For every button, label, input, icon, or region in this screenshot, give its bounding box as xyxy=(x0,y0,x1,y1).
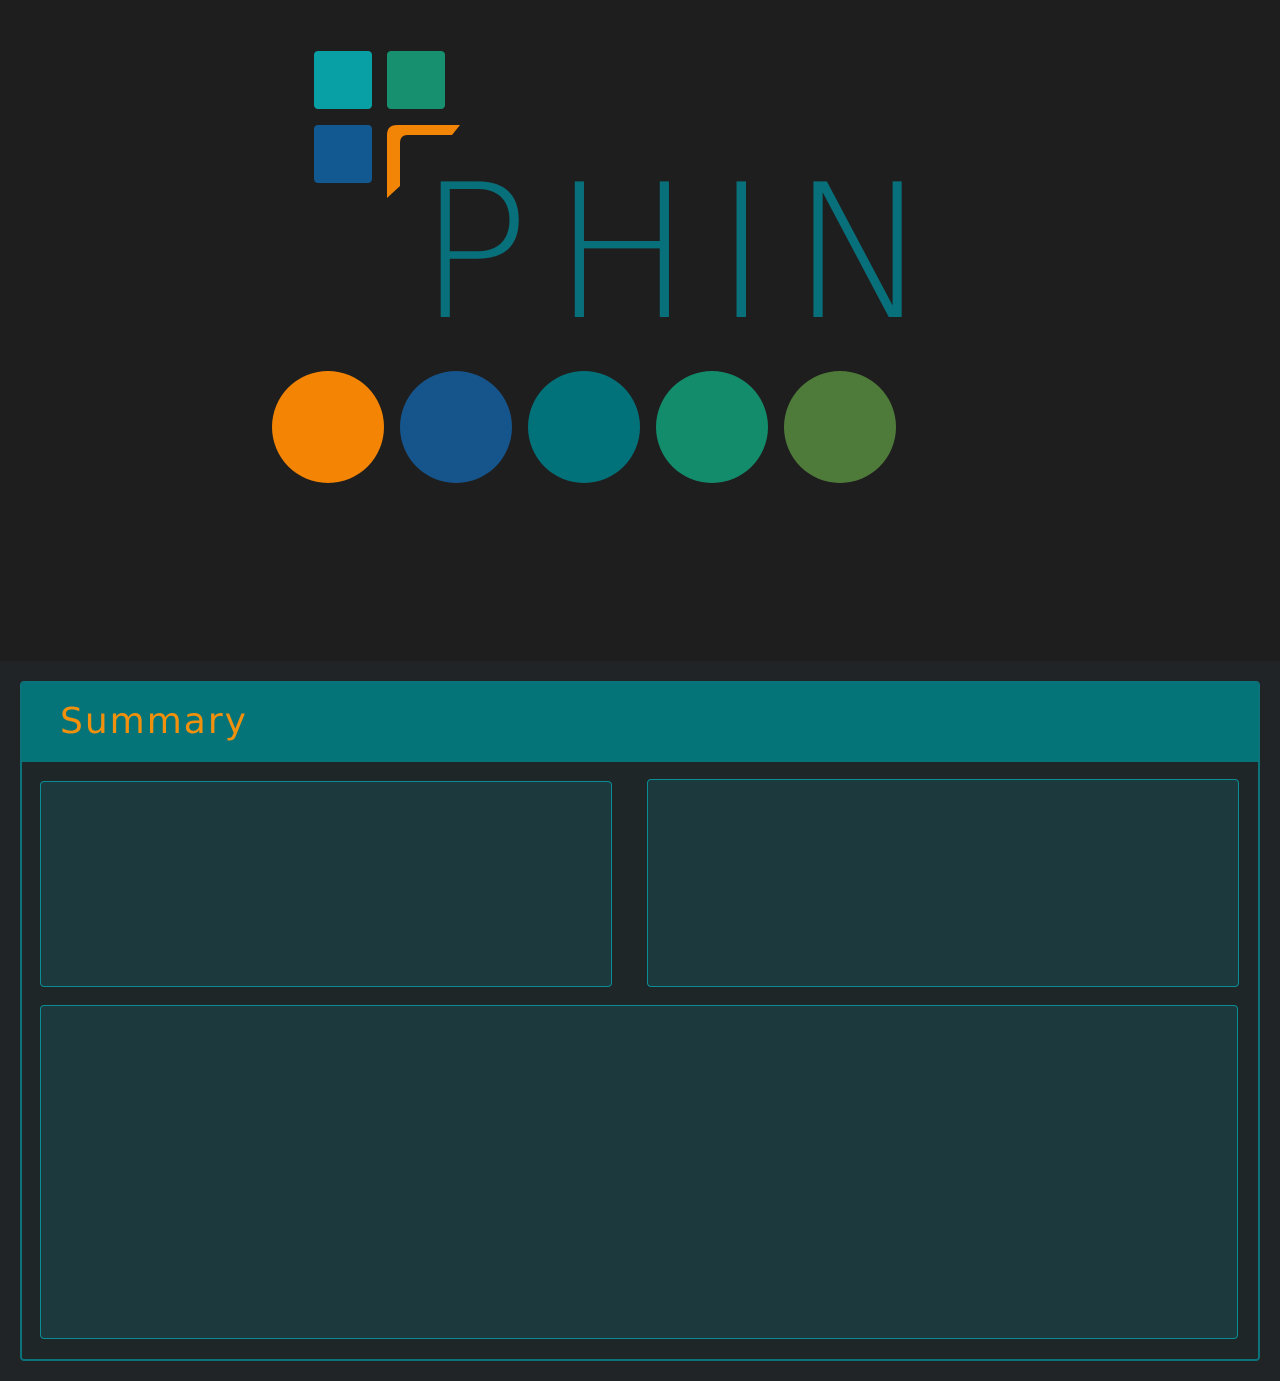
content-area: Summary xyxy=(0,661,1280,1381)
brand-wordmark: PHIN xyxy=(418,144,953,361)
summary-panel: Summary xyxy=(20,681,1260,1361)
summary-panel-header: Summary xyxy=(22,683,1258,762)
header: PHIN xyxy=(0,0,1280,661)
summary-card-left xyxy=(40,781,612,987)
color-palette xyxy=(272,371,896,483)
swatch-olive-green xyxy=(784,371,896,483)
swatch-orange xyxy=(272,371,384,483)
summary-card-right xyxy=(647,779,1239,987)
swatch-green xyxy=(656,371,768,483)
swatch-blue xyxy=(400,371,512,483)
phin-logo: PHIN xyxy=(300,40,930,346)
swatch-teal xyxy=(528,371,640,483)
summary-card-bottom xyxy=(40,1005,1238,1339)
summary-title: Summary xyxy=(60,701,248,742)
